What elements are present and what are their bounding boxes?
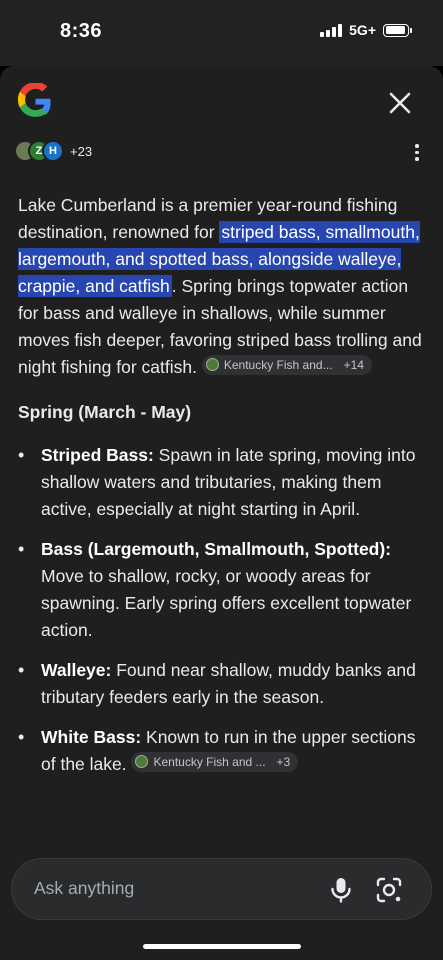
list-item-term: Walleye: — [41, 660, 112, 680]
status-indicators: 5G+ — [320, 22, 412, 38]
source-favicon-icon — [205, 358, 219, 371]
list-item: Bass (Largemouth, Smallmouth, Spotted): … — [18, 536, 430, 644]
status-bar: 8:36 5G+ — [0, 0, 443, 66]
source-favicon: H — [42, 140, 64, 162]
status-time: 8:36 — [60, 20, 103, 42]
network-label: 5G+ — [349, 22, 376, 38]
source-favicon-icon — [135, 755, 149, 768]
section-heading: Spring (March - May) — [18, 402, 192, 422]
list-item-text: Move to shallow, rocky, or woody areas f… — [41, 566, 412, 640]
close-button[interactable] — [389, 92, 411, 114]
list-item-term: Bass (Largemouth, Smallmouth, Spotted): — [41, 539, 392, 559]
microphone-icon[interactable] — [330, 877, 352, 903]
citation-count: +3 — [276, 754, 291, 769]
battery-icon — [383, 23, 412, 37]
ai-answer-sheet: Z H +23 Lake Cumberland is a premier yea… — [0, 66, 443, 960]
camera-search-icon[interactable] — [376, 877, 402, 903]
more-sources-count: +23 — [70, 143, 93, 159]
home-indicator[interactable] — [143, 944, 301, 949]
intro-paragraph: Lake Cumberland is a premier year-round … — [18, 192, 430, 381]
answer-content: Lake Cumberland is a premier year-round … — [18, 192, 430, 791]
list-item-term: Striped Bass: — [41, 445, 154, 465]
list-item-term: White Bass: — [41, 727, 142, 747]
close-icon — [389, 92, 411, 114]
list-item: Striped Bass: Spawn in late spring, movi… — [18, 442, 430, 523]
citation-count: +14 — [343, 357, 364, 372]
ask-input-bar[interactable]: Ask anything — [11, 858, 432, 920]
google-g-icon[interactable] — [17, 83, 54, 120]
more-vert-icon[interactable] — [415, 144, 419, 164]
citation-label: Kentucky Fish and ... — [153, 754, 266, 769]
sources-row[interactable]: Z H +23 — [14, 140, 92, 162]
ask-input-placeholder[interactable]: Ask anything — [34, 878, 134, 899]
citation-chip[interactable]: Kentucky Fish and ... +3 — [131, 751, 299, 772]
list-item: White Bass: Known to run in the upper se… — [18, 724, 430, 778]
species-list: Striped Bass: Spawn in late spring, movi… — [18, 442, 430, 778]
signal-icon — [320, 23, 343, 37]
citation-label: Kentucky Fish and... — [223, 357, 333, 372]
citation-chip[interactable]: Kentucky Fish and... +14 — [201, 354, 372, 375]
list-item: Walleye: Found near shallow, muddy banks… — [18, 657, 430, 711]
